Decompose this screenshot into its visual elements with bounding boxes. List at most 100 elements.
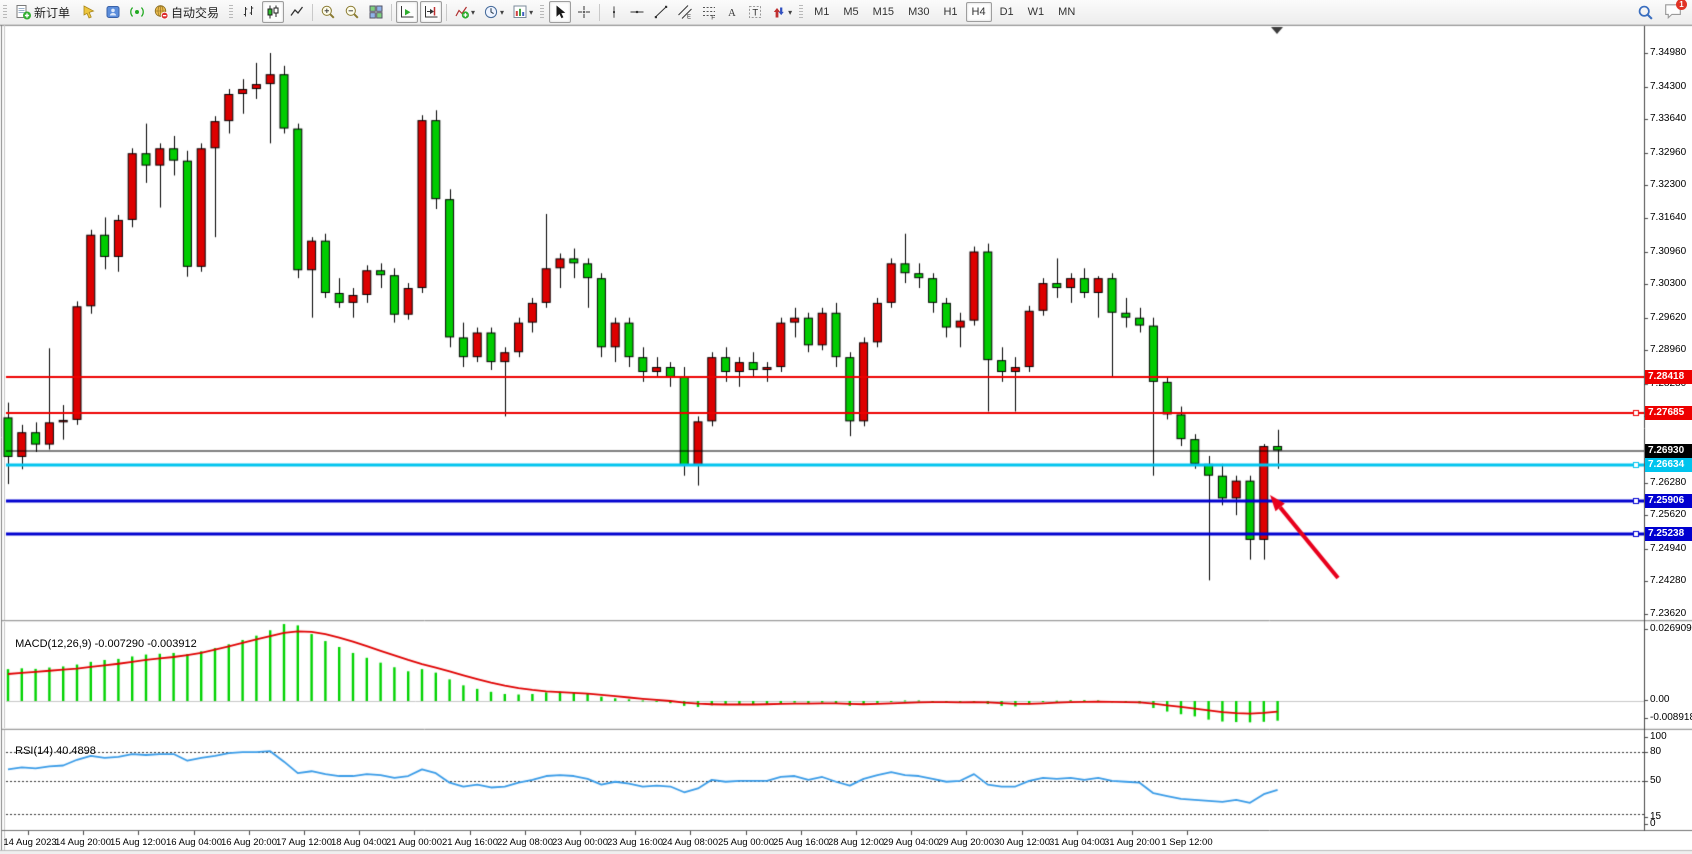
timeframe-mn[interactable]: MN: [1052, 2, 1081, 22]
cursor-button[interactable]: [549, 1, 571, 23]
candlestick-chart-icon: [265, 4, 281, 20]
price-tick-label: 7.30300: [1650, 278, 1692, 290]
trendline-button[interactable]: [650, 1, 672, 23]
rsi-indicator-label: RSI(14) 40.4898: [9, 733, 96, 757]
new-order-label: 新订单: [34, 4, 70, 21]
toolbar-separator: [391, 4, 392, 21]
price-tick-label: 7.24280: [1650, 575, 1692, 587]
new-order-icon: [15, 4, 32, 20]
time-tick-label: 17 Aug 12:00: [274, 837, 334, 848]
clock-icon: [483, 4, 499, 20]
zoom-out-button[interactable]: [341, 1, 363, 23]
time-tick-label: 16 Aug 20:00: [219, 837, 279, 848]
toolbar-separator: [599, 4, 600, 21]
timeframe-h4[interactable]: H4: [966, 2, 992, 22]
price-tick-label: 7.31640: [1650, 212, 1692, 224]
time-tick-label: 25 Aug 16:00: [771, 837, 831, 848]
market-depth-button[interactable]: [78, 1, 100, 23]
macd-name: MACD(12,26,9): [15, 638, 91, 650]
community-button[interactable]: [102, 1, 124, 23]
time-tick-label: 14 Aug 20:00: [53, 837, 113, 848]
rsi-scale-label: 80: [1650, 746, 1692, 758]
price-tick-label: 7.24940: [1650, 543, 1692, 555]
timeframe-m5[interactable]: M5: [837, 2, 864, 22]
price-line-label: 7.27685: [1645, 406, 1692, 420]
timeframe-m1[interactable]: M1: [808, 2, 835, 22]
macd-indicator-label: MACD(12,26,9) -0.007290 -0.003912: [9, 626, 197, 650]
time-tick-label: 24 Aug 08:00: [660, 837, 720, 848]
chart-shift-button[interactable]: [420, 1, 442, 23]
vertical-line-button[interactable]: [604, 1, 624, 23]
trendline-icon: [653, 4, 669, 20]
vertical-line-icon: [607, 4, 621, 20]
timeframe-w1[interactable]: W1: [1022, 2, 1051, 22]
dropdown-caret-icon: ▾: [471, 8, 475, 17]
dropdown-caret-icon: ▾: [788, 8, 792, 17]
auto-scroll-icon: [399, 4, 415, 20]
text-a-icon: A: [725, 4, 739, 20]
svg-text:E: E: [687, 15, 691, 21]
equidistant-channel-button[interactable]: E: [674, 1, 696, 23]
toolbar: 新订单 自动交易 ▾ ▾ ▾: [0, 0, 1692, 25]
bar-chart-button[interactable]: [238, 1, 260, 23]
svg-text:F: F: [711, 15, 715, 21]
chat-button[interactable]: 1: [1664, 3, 1682, 22]
svg-text:T: T: [752, 8, 758, 19]
zoom-in-icon: [320, 4, 336, 20]
horizontal-line-button[interactable]: [626, 1, 648, 23]
text-label-button[interactable]: T: [744, 1, 766, 23]
price-tick-label: 7.26280: [1650, 477, 1692, 489]
dropdown-caret-icon: ▾: [500, 8, 504, 17]
channel-icon: E: [677, 4, 693, 20]
arrows-tool-icon: [771, 4, 787, 20]
search-icon[interactable]: [1637, 4, 1654, 21]
price-line-label: 7.25906: [1645, 494, 1692, 508]
auto-scroll-button[interactable]: [396, 1, 418, 23]
line-chart-button[interactable]: [286, 1, 308, 23]
indicators-button[interactable]: ▾: [451, 1, 478, 23]
signal-icon: [129, 4, 145, 20]
timeframe-d1[interactable]: D1: [994, 2, 1020, 22]
tile-windows-button[interactable]: [365, 1, 387, 23]
chart-canvas[interactable]: [0, 0, 1692, 854]
arrows-tool-button[interactable]: ▾: [768, 1, 795, 23]
price-tick-label: 7.29620: [1650, 312, 1692, 324]
rsi-scale-label: 50: [1650, 775, 1692, 787]
toolbar-grip: [799, 5, 803, 20]
time-tick-label: 29 Aug 20:00: [936, 837, 996, 848]
time-tick-label: 16 Aug 04:00: [164, 837, 224, 848]
new-order-button[interactable]: 新订单: [12, 1, 76, 23]
zoom-in-button[interactable]: [317, 1, 339, 23]
timeframe-m15[interactable]: M15: [867, 2, 900, 22]
timeframe-m30[interactable]: M30: [902, 2, 935, 22]
fibonacci-icon: F: [701, 4, 717, 20]
fibonacci-button[interactable]: F: [698, 1, 720, 23]
timeframe-h1[interactable]: H1: [937, 2, 963, 22]
notification-badge: 1: [1676, 0, 1687, 10]
macd-scale-label: -0.008918: [1650, 712, 1692, 724]
price-line-label: 7.26634: [1645, 458, 1692, 472]
text-label-icon: T: [747, 4, 763, 20]
price-tick-label: 7.23620: [1650, 608, 1692, 620]
toolbar-grip: [3, 5, 7, 20]
candlestick-chart-button[interactable]: [262, 1, 284, 23]
toolbar-right-group: 1: [1637, 3, 1682, 22]
crosshair-button[interactable]: [573, 1, 595, 23]
time-tick-label: 21 Aug 00:00: [384, 837, 444, 848]
zoom-out-icon: [344, 4, 360, 20]
svg-text:A: A: [728, 8, 736, 19]
price-tick-label: 7.25620: [1650, 509, 1692, 521]
text-button[interactable]: A: [722, 1, 742, 23]
toolbar-separator: [312, 4, 313, 21]
periods-button[interactable]: ▾: [480, 1, 507, 23]
chart-shift-icon: [423, 4, 439, 20]
toolbar-grip: [229, 5, 233, 20]
toolbar-separator: [446, 4, 447, 21]
signals-button[interactable]: [126, 1, 148, 23]
cursor-arrow-icon: [552, 4, 568, 20]
time-tick-label: 15 Aug 12:00: [108, 837, 168, 848]
time-tick-label: 29 Aug 04:00: [881, 837, 941, 848]
autotrading-button[interactable]: 自动交易: [150, 1, 225, 23]
templates-button[interactable]: ▾: [509, 1, 536, 23]
rsi-name: RSI(14): [15, 745, 53, 757]
